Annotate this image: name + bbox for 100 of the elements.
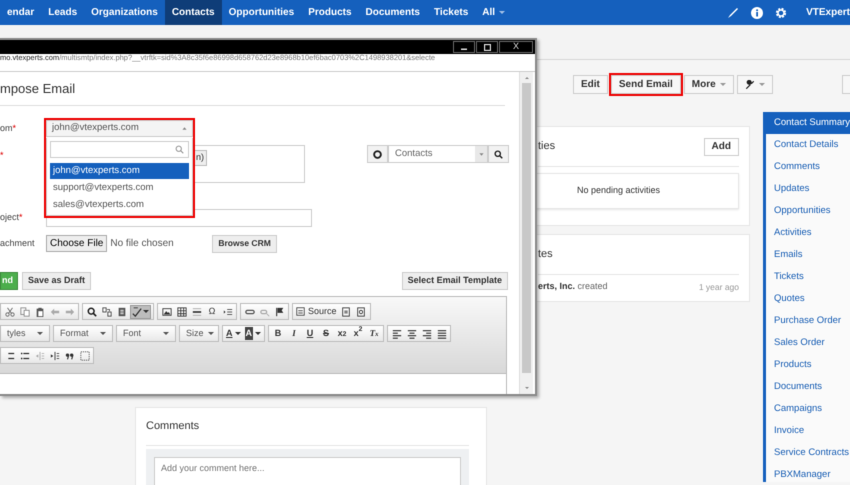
record-type-button[interactable] — [367, 145, 388, 163]
sidebar-item[interactable]: Emails — [766, 244, 850, 266]
format-button[interactable]: x$^{2}$ — [351, 326, 365, 340]
format-dropdown[interactable]: Format — [56, 326, 110, 340]
pencil-icon[interactable] — [727, 6, 740, 18]
close-button[interactable]: X — [499, 41, 533, 53]
nav-tab[interactable]: Documents — [358, 0, 427, 25]
format-dropdown[interactable]: Size — [182, 326, 216, 340]
format-button[interactable]: T$_{x}$ — [367, 326, 381, 340]
sidebar-item[interactable]: PBXManager — [766, 464, 850, 485]
toolbar-button[interactable] — [354, 304, 368, 318]
sidebar-item[interactable]: Contact Details — [766, 134, 850, 156]
sidebar-item[interactable]: Tickets — [766, 266, 850, 288]
toolbar-button[interactable] — [175, 304, 188, 318]
sidebar-item[interactable]: Quotes — [766, 288, 850, 310]
from-select[interactable]: john@vtexperts.com — [46, 120, 193, 137]
dropdown-search-field[interactable] — [50, 141, 189, 158]
document-icon — [116, 306, 126, 316]
module-select[interactable]: Contacts — [388, 145, 488, 163]
more-menu-button[interactable]: More — [684, 75, 734, 94]
wrench-icon — [744, 80, 755, 90]
format-button[interactable]: B — [271, 326, 285, 340]
nav-tab[interactable]: Opportunities — [222, 0, 302, 25]
sidebar-item[interactable]: Updates — [766, 178, 850, 200]
format-dropdown[interactable]: Font — [119, 326, 173, 340]
field-label: * — [0, 149, 5, 162]
right-arrow-icon — [64, 306, 74, 316]
dropdown-option[interactable]: sales@vtexperts.com — [50, 197, 189, 213]
scrollbar-thumb[interactable] — [522, 83, 531, 373]
color-button[interactable]: A — [244, 326, 262, 340]
dropdown-option[interactable]: john@vtexperts.com — [50, 163, 189, 179]
sidebar-item[interactable]: Sales Order — [766, 332, 850, 354]
action-button[interactable]: Send Email — [610, 75, 681, 94]
settings-icon[interactable] — [775, 6, 788, 18]
comment-field[interactable]: Add your comment here... — [154, 457, 461, 485]
table-icon — [176, 306, 186, 316]
action-button[interactable]: Edit — [573, 75, 608, 94]
format-button[interactable]: x$_{2}$ — [335, 326, 349, 340]
replace-icon — [102, 306, 112, 316]
toolbar-button[interactable] — [340, 304, 353, 318]
list-icon — [222, 306, 232, 316]
sidebar-item[interactable]: Purchase Order — [766, 310, 850, 332]
action-button[interactable]: Save as Draft — [22, 272, 92, 290]
browse-button[interactable]: Browse CRM — [212, 234, 277, 252]
flag-icon — [274, 306, 284, 316]
nav-tab[interactable]: Contacts — [164, 0, 222, 25]
sidebar-item[interactable]: Invoice — [766, 420, 850, 442]
nav-tab[interactable]: Tickets — [426, 0, 476, 25]
minimize-button[interactable] — [453, 41, 475, 53]
nav-tab[interactable]: All — [475, 0, 512, 25]
nav-tab[interactable]: Products — [301, 0, 359, 25]
indent-icon — [50, 350, 60, 360]
nav-tab[interactable]: Organizations — [84, 0, 165, 25]
outdent-icon — [34, 350, 44, 360]
tools-menu-button[interactable] — [736, 75, 773, 94]
sidebar-item[interactable]: Products — [766, 354, 850, 376]
toolbar-button[interactable] — [78, 348, 91, 362]
toolbar-button[interactable] — [85, 304, 98, 318]
sidebar-item[interactable]: Documents — [766, 376, 850, 398]
color-button[interactable]: A — [225, 326, 242, 340]
sidebar-item[interactable]: Contact Summary — [766, 112, 850, 134]
format-button[interactable]: I — [287, 326, 301, 340]
scrollbar[interactable] — [519, 72, 533, 394]
format-button[interactable]: U — [303, 326, 317, 340]
sidebar-item[interactable]: Service Contracts — [766, 442, 850, 464]
format-button[interactable]: Ω — [205, 304, 219, 318]
file-status: No file chosen — [110, 237, 175, 251]
image-icon — [162, 306, 172, 316]
rich-text-editor[interactable]: Ω Source tyles Format Font Size A A B I U S x$_{2}$ x$^{2}$ T$_{x}$ — [0, 296, 507, 394]
scroll-down-icon — [524, 385, 530, 391]
format-dropdown[interactable]: tyles — [3, 326, 47, 340]
format-button[interactable]: S — [319, 326, 333, 340]
sidebar-item[interactable]: Activities — [766, 222, 850, 244]
toolbar-button[interactable] — [100, 304, 113, 318]
document-icon — [296, 307, 305, 316]
maximize-button[interactable] — [476, 41, 498, 53]
sidebar-item[interactable]: Opportunities — [766, 200, 850, 222]
caret-down-icon — [478, 152, 484, 156]
caret-up-icon — [182, 126, 187, 131]
nav-tab[interactable]: endar — [0, 0, 42, 25]
sidebar-item[interactable]: Comments — [766, 156, 850, 178]
search-button[interactable] — [488, 145, 509, 163]
info-icon[interactable] — [751, 6, 764, 18]
nav-tab[interactable]: Leads — [41, 0, 84, 25]
div-icon — [80, 350, 90, 360]
add-button[interactable]: Add — [704, 138, 739, 156]
action-button[interactable]: Select Email Template — [402, 272, 508, 290]
field-label: achment — [0, 236, 36, 250]
preview-icon — [356, 306, 366, 316]
sidebar-item[interactable]: Campaigns — [766, 398, 850, 420]
choose-file-button[interactable]: Choose File — [46, 235, 108, 252]
user-name[interactable]: VTExpert — [799, 5, 850, 20]
template-icon — [341, 306, 352, 316]
source-button[interactable]: Source — [295, 304, 338, 318]
spellcheck-icon — [132, 306, 142, 316]
dropdown-option[interactable]: support@vtexperts.com — [50, 180, 189, 196]
maximize-icon — [484, 44, 490, 50]
card-title: ties — [538, 139, 556, 154]
toolbar-button[interactable] — [130, 304, 151, 318]
bullet-list-icon — [20, 350, 30, 360]
